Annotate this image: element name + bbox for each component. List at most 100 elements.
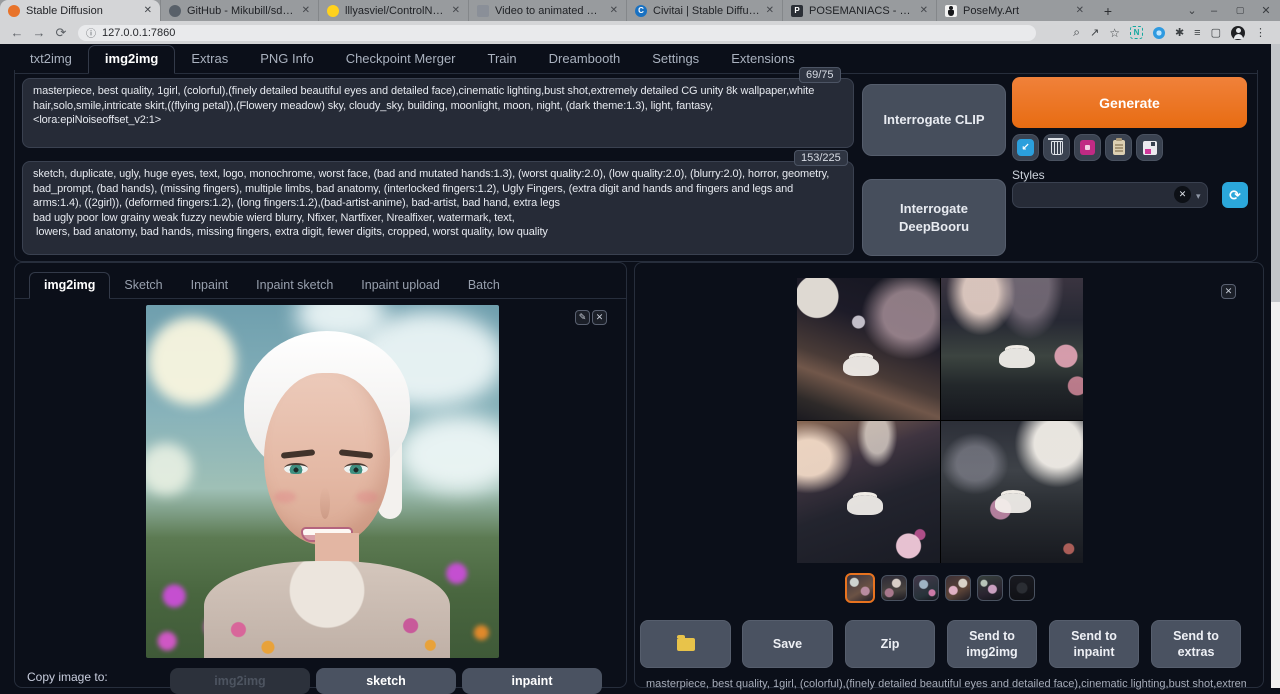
zoom-icon[interactable]: ⌕ bbox=[1073, 25, 1080, 40]
gallery-thumbnail[interactable] bbox=[1009, 575, 1035, 601]
read-parameters-button[interactable]: ↙ bbox=[1012, 134, 1039, 161]
remove-image-icon[interactable]: ✕ bbox=[592, 310, 607, 325]
tab-close-icon[interactable]: ✕ bbox=[610, 5, 618, 16]
trash-icon bbox=[1051, 141, 1063, 155]
refresh-styles-button[interactable]: ⟳ bbox=[1222, 182, 1248, 208]
browser-tab-posemy-art[interactable]: PoseMy.Art ✕ bbox=[936, 0, 1092, 21]
github-favicon bbox=[169, 5, 181, 17]
extension-n-icon[interactable]: N bbox=[1130, 26, 1143, 39]
gallery-thumbnail[interactable] bbox=[945, 575, 971, 601]
gallery-quadrant-3 bbox=[797, 421, 940, 563]
subtab-sketch[interactable]: Sketch bbox=[110, 273, 176, 298]
blush bbox=[356, 491, 378, 503]
posemy-art-favicon bbox=[945, 5, 957, 17]
clipboard-icon bbox=[1113, 140, 1125, 155]
send-to-extras-button[interactable]: Send to extras bbox=[1151, 620, 1241, 668]
clear-prompt-button[interactable] bbox=[1043, 134, 1070, 161]
window-maximize-button[interactable]: ▢ bbox=[1230, 0, 1250, 21]
gallery-thumbnail[interactable] bbox=[913, 575, 939, 601]
tab-close-icon[interactable]: ✕ bbox=[920, 5, 928, 16]
bookmark-star-icon[interactable]: ☆ bbox=[1109, 26, 1120, 40]
back-button[interactable]: ← bbox=[6, 25, 28, 40]
eye bbox=[284, 463, 308, 474]
browser-menu-icon[interactable]: ⋮ bbox=[1255, 26, 1266, 39]
gallery-quadrant-4 bbox=[941, 421, 1084, 563]
subtab-inpaint-upload[interactable]: Inpaint upload bbox=[347, 273, 454, 298]
gallery-thumbnail[interactable] bbox=[881, 575, 907, 601]
negative-prompt-textarea[interactable]: sketch, duplicate, ugly, huge eyes, text… bbox=[22, 161, 854, 255]
subtab-inpaint[interactable]: Inpaint bbox=[177, 273, 243, 298]
interrogate-deepbooru-button[interactable]: Interrogate DeepBooru bbox=[862, 179, 1006, 256]
apply-style-button[interactable] bbox=[1105, 134, 1132, 161]
window-close-button[interactable]: ✕ bbox=[1256, 0, 1276, 21]
open-folder-button[interactable] bbox=[640, 620, 731, 668]
browser-tab-controlnet[interactable]: lllyasviel/ControlNet at main ✕ bbox=[318, 0, 468, 21]
subtab-batch[interactable]: Batch bbox=[454, 273, 514, 298]
side-panel-icon[interactable]: ▢ bbox=[1211, 26, 1221, 39]
bokeh-light bbox=[148, 317, 236, 405]
page-scrollbar-thumb[interactable] bbox=[1271, 44, 1280, 302]
share-icon[interactable]: ↗ bbox=[1090, 26, 1099, 39]
copy-to-img2img-button[interactable]: img2img bbox=[170, 668, 310, 694]
profile-avatar[interactable] bbox=[1231, 26, 1245, 40]
tab-extensions[interactable]: Extensions bbox=[715, 46, 811, 73]
extra-networks-button[interactable] bbox=[1074, 134, 1101, 161]
address-bar[interactable]: ⓘ 127.0.0.1:7860 bbox=[78, 25, 1036, 41]
tab-close-icon[interactable]: ✕ bbox=[144, 5, 152, 16]
new-tab-button[interactable]: + bbox=[1098, 1, 1118, 21]
extra-networks-card-icon bbox=[1080, 140, 1095, 155]
tab-txt2img[interactable]: txt2img bbox=[14, 46, 88, 73]
forward-button[interactable]: → bbox=[28, 25, 50, 40]
tab-close-icon[interactable]: ✕ bbox=[766, 5, 774, 16]
send-to-img2img-button[interactable]: Send to img2img bbox=[947, 620, 1037, 668]
source-image[interactable] bbox=[146, 305, 499, 658]
close-gallery-icon[interactable]: ✕ bbox=[1221, 284, 1236, 299]
styles-clear-icon[interactable]: ✕ bbox=[1174, 186, 1191, 203]
tab-train[interactable]: Train bbox=[472, 46, 533, 73]
tab-dreambooth[interactable]: Dreambooth bbox=[533, 46, 637, 73]
tab-search-icon[interactable]: ⌄ bbox=[1182, 0, 1202, 21]
save-style-button[interactable] bbox=[1136, 134, 1163, 161]
tab-close-icon[interactable]: ✕ bbox=[1076, 5, 1084, 16]
tab-close-icon[interactable]: ✕ bbox=[452, 5, 460, 16]
browser-tab-posemaniacs[interactable]: P POSEMANIACS - Royalty free 3 ✕ bbox=[782, 0, 936, 21]
tab-png-info[interactable]: PNG Info bbox=[244, 46, 329, 73]
gallery-thumbnail-selected[interactable] bbox=[845, 573, 875, 603]
send-to-inpaint-button[interactable]: Send to inpaint bbox=[1049, 620, 1139, 668]
tab-groups-icon[interactable]: ≡ bbox=[1194, 27, 1200, 39]
floppy-disk-icon bbox=[1143, 141, 1157, 155]
extension-circle-icon[interactable] bbox=[1153, 27, 1165, 39]
browser-tab-gif-converter[interactable]: Video to animated GIF converter ✕ bbox=[468, 0, 626, 21]
site-info-icon[interactable]: ⓘ bbox=[86, 25, 96, 40]
gallery-image[interactable] bbox=[797, 278, 1083, 563]
reload-button[interactable]: ⟳ bbox=[50, 25, 72, 41]
extensions-puzzle-icon[interactable]: ✱ bbox=[1175, 26, 1184, 39]
copy-to-inpaint-button[interactable]: inpaint bbox=[462, 668, 602, 694]
tab-title: Video to animated GIF converter bbox=[495, 5, 604, 17]
copy-to-sketch-button[interactable]: sketch bbox=[316, 668, 456, 694]
webui-page: txt2img img2img Extras PNG Info Checkpoi… bbox=[0, 44, 1280, 688]
face bbox=[264, 373, 390, 545]
prompt-textarea[interactable]: masterpiece, best quality, 1girl, (color… bbox=[22, 78, 854, 148]
styles-caret-icon[interactable]: ▾ bbox=[1196, 191, 1201, 202]
zip-button[interactable]: Zip bbox=[845, 620, 935, 668]
tab-close-icon[interactable]: ✕ bbox=[302, 5, 310, 16]
tab-settings[interactable]: Settings bbox=[636, 46, 715, 73]
window-minimize-button[interactable]: – bbox=[1204, 0, 1224, 21]
subtab-inpaint-sketch[interactable]: Inpaint sketch bbox=[242, 273, 347, 298]
eye bbox=[344, 463, 368, 474]
prompt-token-counter: 69/75 bbox=[799, 67, 841, 83]
tab-checkpoint-merger[interactable]: Checkpoint Merger bbox=[330, 46, 472, 73]
tab-extras[interactable]: Extras bbox=[175, 46, 244, 73]
browser-tab-stable-diffusion[interactable]: Stable Diffusion ✕ bbox=[0, 0, 160, 21]
edit-image-icon[interactable]: ✎ bbox=[575, 310, 590, 325]
subtab-img2img[interactable]: img2img bbox=[29, 272, 110, 299]
tab-title: GitHub - Mikubill/sd-webui-con bbox=[187, 5, 296, 17]
interrogate-clip-button[interactable]: Interrogate CLIP bbox=[862, 84, 1006, 156]
tab-title: POSEMANIACS - Royalty free 3 bbox=[809, 5, 914, 17]
save-button[interactable]: Save bbox=[742, 620, 833, 668]
browser-tab-github[interactable]: GitHub - Mikubill/sd-webui-con ✕ bbox=[160, 0, 318, 21]
browser-tab-civitai[interactable]: C Civitai | Stable Diffusion models ✕ bbox=[626, 0, 782, 21]
generate-button[interactable]: Generate bbox=[1012, 77, 1247, 128]
gallery-thumbnail[interactable] bbox=[977, 575, 1003, 601]
